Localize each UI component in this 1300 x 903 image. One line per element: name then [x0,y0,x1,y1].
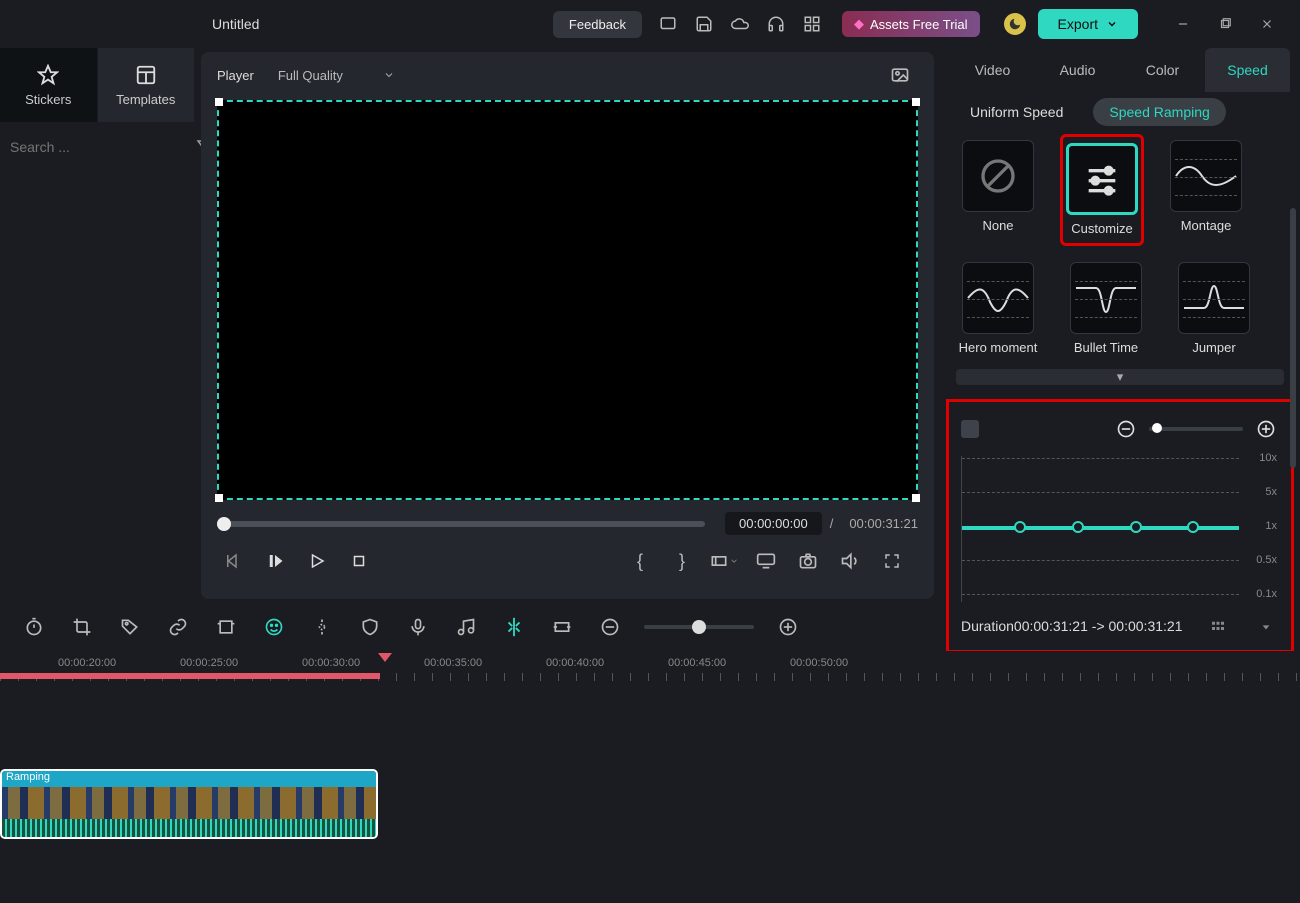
tab-audio[interactable]: Audio [1035,48,1120,92]
display-icon[interactable] [750,545,782,577]
ramp-graph[interactable] [961,456,1239,602]
tl-zoom-out-icon[interactable] [592,609,628,645]
time-slash: / [830,516,834,531]
tab-video[interactable]: Video [950,48,1035,92]
subtab-ramping[interactable]: Speed Ramping [1093,98,1225,126]
stop-button[interactable] [343,545,375,577]
keyframe-toggle-icon[interactable] [961,420,979,438]
timer-icon[interactable] [16,609,52,645]
ramp-duration: Duration00:00:31:21 -> 00:00:31:21 [961,618,1279,634]
ramp-zoom-slider[interactable] [1149,427,1243,431]
mark-in-icon[interactable]: { [624,545,656,577]
maximize-button[interactable] [1204,8,1246,40]
timeline[interactable]: 00:00:20:00 00:00:25:00 00:00:30:00 00:0… [0,651,1300,901]
stickers-label: Stickers [25,92,71,107]
seekbar[interactable] [217,521,705,527]
viewer[interactable] [217,100,918,500]
volume-icon[interactable] [834,545,866,577]
subtab-uniform[interactable]: Uniform Speed [954,98,1079,126]
export-button[interactable]: Export [1038,9,1138,39]
preset-jumper[interactable]: Jumper [1172,262,1256,356]
zoom-out-icon[interactable] [1113,416,1139,442]
headphones-icon[interactable] [760,8,792,40]
preset-customize[interactable]: Customize [1060,134,1144,246]
playhead[interactable] [378,653,392,662]
layout-icon[interactable] [652,8,684,40]
split-icon[interactable] [496,609,532,645]
preset-hero-label: Hero moment [959,340,1038,356]
play-pause-button[interactable] [259,545,291,577]
mark-out-icon[interactable]: } [666,545,698,577]
diamond-icon: ◆ [854,16,864,32]
picture-icon[interactable] [884,59,916,91]
link-icon[interactable] [160,609,196,645]
right-panel-scrollbar[interactable] [1290,208,1296,468]
cloud-icon[interactable] [724,8,756,40]
export-label: Export [1058,16,1098,32]
close-button[interactable] [1246,8,1288,40]
time-current: 00:00:00:00 [725,512,822,535]
templates-label: Templates [116,92,175,107]
library-sidebar: Stickers Templates [0,48,195,603]
preset-montage-label: Montage [1181,218,1232,234]
expand-presets[interactable]: ▾ [956,369,1284,385]
crop-icon[interactable] [64,609,100,645]
fit-width-icon[interactable] [544,609,580,645]
snapshot-icon[interactable] [792,545,824,577]
preset-bullet[interactable]: Bullet Time [1064,262,1148,356]
tl-zoom-slider[interactable] [644,625,754,629]
play-button[interactable] [301,545,333,577]
ramp-panel: 10x 5x 1x 0.5x 0.1x Duration00:00:31:21 … [946,399,1294,653]
search-input[interactable] [6,133,195,161]
preset-montage[interactable]: Montage [1164,140,1248,240]
shield-icon[interactable] [352,609,388,645]
minimize-button[interactable] [1162,8,1204,40]
mic-icon[interactable] [400,609,436,645]
stickers-tab[interactable]: Stickers [0,48,98,122]
preset-hero[interactable]: Hero moment [956,262,1040,356]
feedback-button[interactable]: Feedback [553,11,642,38]
save-icon[interactable] [688,8,720,40]
zoom-in-icon[interactable] [1253,416,1279,442]
preset-jumper-label: Jumper [1192,340,1235,356]
apps-icon[interactable] [796,8,828,40]
face-icon[interactable] [256,609,292,645]
player-label: Player [217,68,254,83]
assets-trial-button[interactable]: ◆ Assets Free Trial [842,11,980,37]
timeline-clip[interactable]: Ramping [0,769,378,839]
preset-none-label: None [982,218,1013,234]
tab-speed[interactable]: Speed [1205,48,1290,92]
properties-panel: Video Audio Color Speed Uniform Speed Sp… [940,48,1300,603]
ramp-y-scale: 10x 5x 1x 0.5x 0.1x [1243,456,1279,602]
fullscreen-icon[interactable] [876,545,908,577]
preset-customize-label: Customize [1071,221,1132,237]
tab-color[interactable]: Color [1120,48,1205,92]
music-icon[interactable] [448,609,484,645]
player: Player Full Quality 00:00:00:00 / 00:00:… [201,52,934,599]
preset-bullet-label: Bullet Time [1074,340,1138,356]
timeline-ruler[interactable]: 00:00:20:00 00:00:25:00 00:00:30:00 00:0… [0,651,1300,681]
frame-icon[interactable] [208,609,244,645]
theme-icon[interactable] [1004,13,1026,35]
window-controls [1162,8,1288,40]
tl-zoom-in-icon[interactable] [770,609,806,645]
sparkle-icon[interactable] [304,609,340,645]
quality-label: Full Quality [278,68,343,83]
quality-dropdown[interactable]: Full Quality [278,68,395,83]
time-total: 00:00:31:21 [849,516,918,531]
tag-icon[interactable] [112,609,148,645]
clip-title: Ramping [2,771,376,787]
prev-frame-button[interactable] [217,545,249,577]
assets-trial-label: Assets Free Trial [870,17,968,32]
templates-tab[interactable]: Templates [98,48,196,122]
preset-none[interactable]: None [956,140,1040,240]
freeze-icon[interactable] [993,416,1019,442]
ratio-icon[interactable] [708,545,740,577]
project-title: Untitled [212,16,259,32]
titlebar: Untitled Feedback ◆ Assets Free Trial Ex… [0,0,1300,48]
